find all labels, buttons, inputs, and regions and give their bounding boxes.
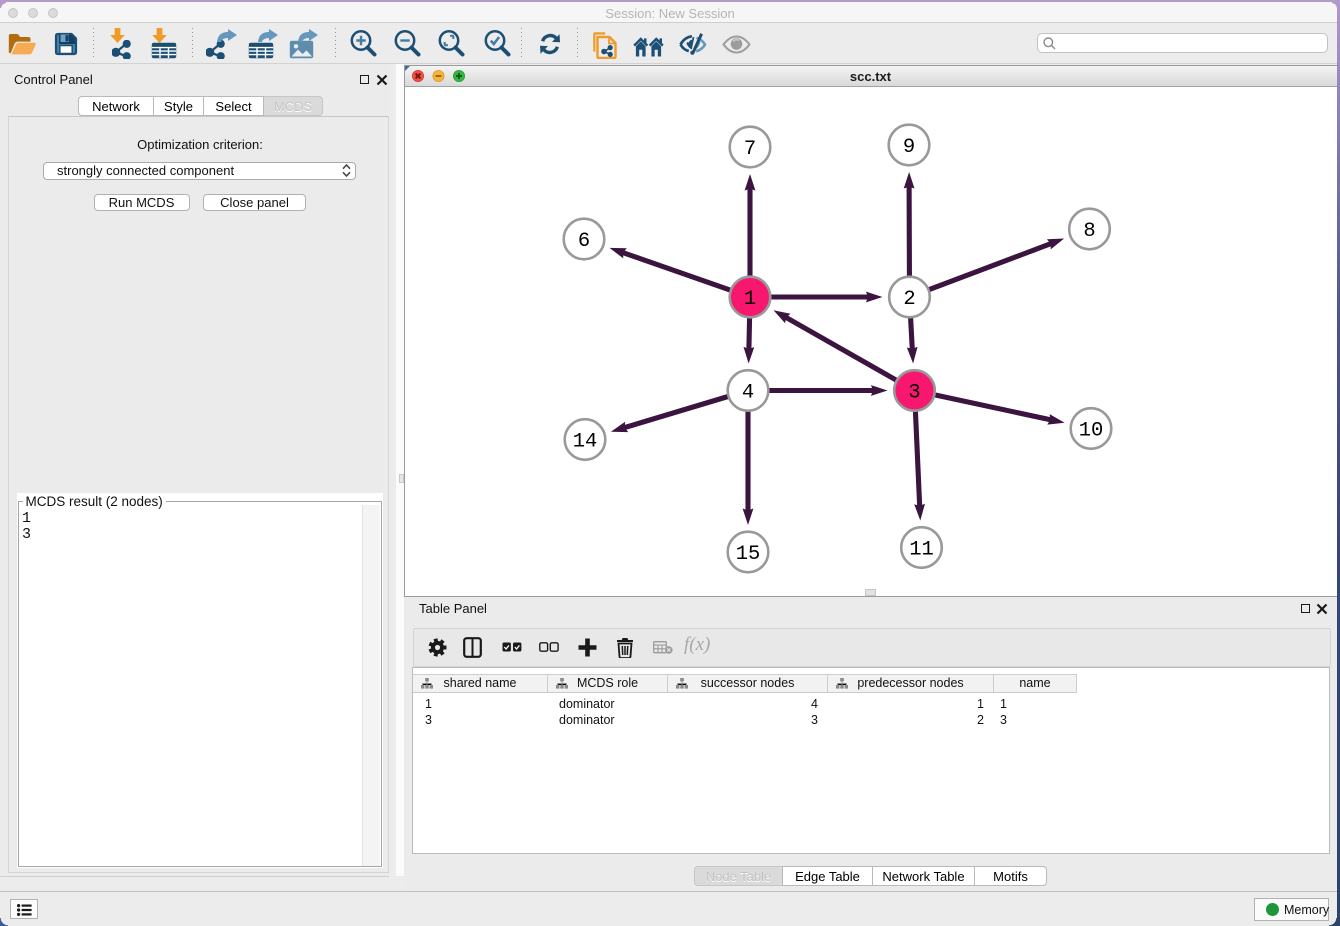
svg-text:3: 3 [908, 381, 920, 404]
svg-text:4: 4 [742, 381, 754, 404]
svg-text:11: 11 [909, 538, 934, 561]
svg-text:9: 9 [903, 136, 915, 159]
svg-text:2: 2 [903, 288, 915, 311]
svg-text:10: 10 [1079, 419, 1104, 442]
svg-text:6: 6 [578, 230, 590, 253]
svg-text:15: 15 [736, 543, 761, 566]
svg-text:7: 7 [744, 138, 756, 161]
svg-text:8: 8 [1083, 220, 1095, 243]
svg-text:1: 1 [744, 288, 756, 311]
svg-text:14: 14 [573, 430, 598, 453]
